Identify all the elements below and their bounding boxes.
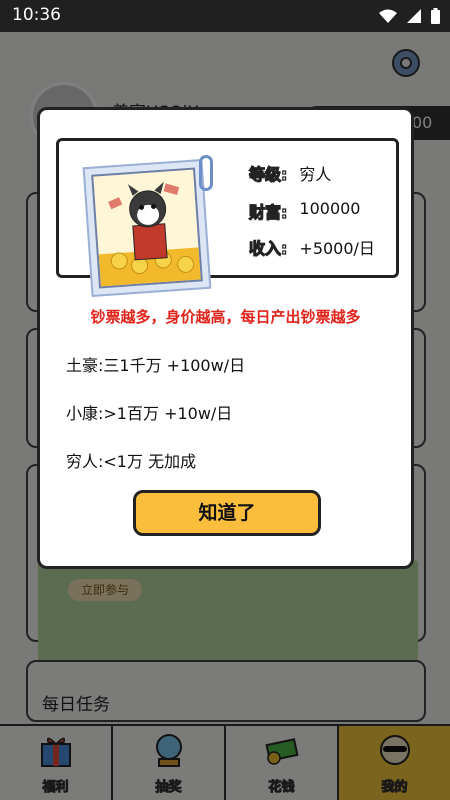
got-it-button[interactable]: 知道了	[133, 490, 321, 536]
tier-poor: 穷人:<1万 无加成	[66, 452, 197, 471]
stat-level-key: 等级:	[248, 164, 288, 184]
stat-wealth-key: 财富:	[248, 202, 288, 222]
stat-level: 等级: 穷人	[248, 161, 332, 185]
signal-icon	[407, 9, 421, 23]
stat-level-value: 穷人	[299, 165, 332, 184]
wealth-rule-headline: 钞票越多，身价越高，每日产出钞票越多	[90, 308, 361, 326]
stat-income-key: 收入:	[248, 238, 288, 258]
husky-rich-illustration	[98, 181, 203, 289]
stat-wealth-value: 100000	[299, 199, 361, 218]
avatar-photo	[82, 158, 212, 298]
battery-icon	[431, 8, 440, 24]
stat-wealth: 财富: 100000	[248, 199, 361, 223]
wifi-icon	[379, 9, 397, 23]
tier-rich: 土豪:三1千万 +100w/日	[66, 356, 246, 375]
paperclip-icon	[199, 155, 213, 191]
wealth-info-dialog: 等级: 穷人 财富: 100000 收入: +5000/日 钞票越多，身价越高，…	[37, 107, 414, 569]
status-bar: 10:36	[0, 0, 450, 32]
stat-income: 收入: +5000/日	[248, 235, 375, 259]
stat-income-value: +5000/日	[299, 239, 375, 258]
status-info-box: 等级: 穷人 财富: 100000 收入: +5000/日	[56, 138, 399, 298]
status-time: 10:36	[12, 5, 61, 25]
tier-middle: 小康:>1百万 +10w/日	[66, 404, 233, 423]
